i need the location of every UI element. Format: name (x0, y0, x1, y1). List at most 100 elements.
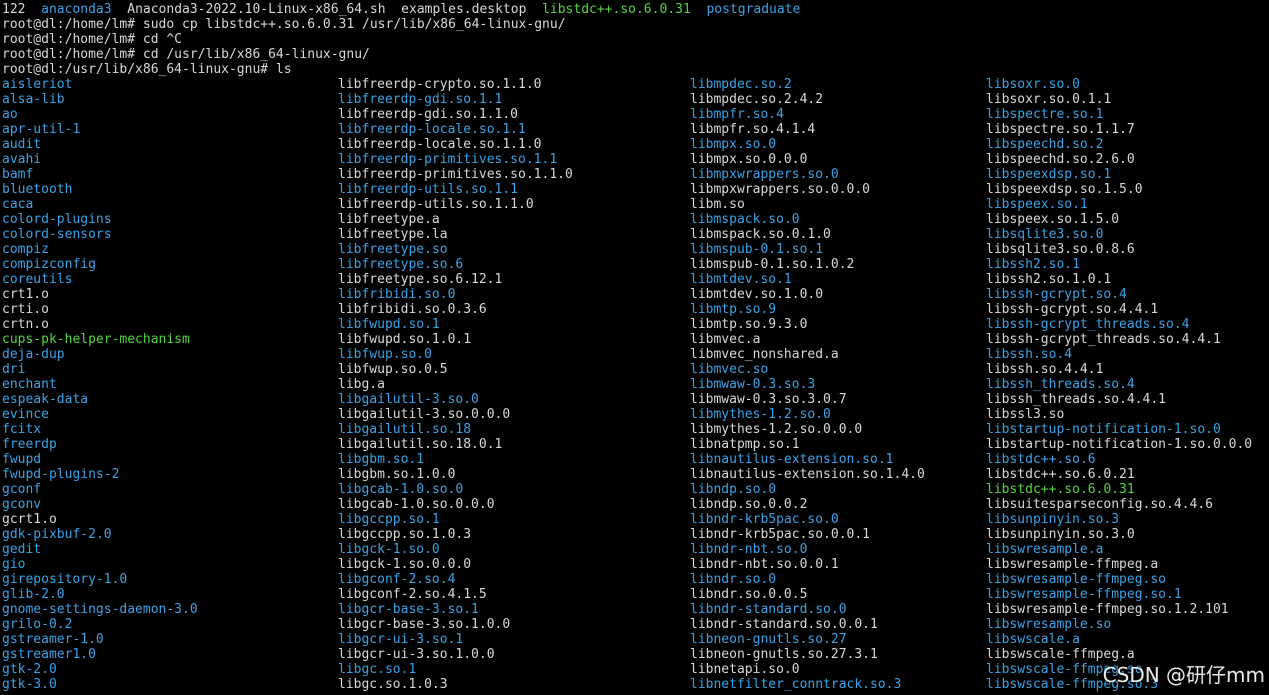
ls-entry: libfreerdp-locale.so.1.1.0 (338, 137, 542, 152)
ls-entry: libswresample.so (986, 617, 1112, 632)
ls-entry: libmpx.so.0.0.0 (690, 152, 808, 167)
ls-entry: libmvec.a (690, 332, 761, 347)
ls-entry: colord-plugins (2, 212, 112, 227)
ls-entry: libgailutil-3.so.0 (338, 392, 479, 407)
ls-entry: gio (2, 557, 26, 572)
shell-command-line: root@dl:/usr/lib/x86_64-linux-gnu# ls (2, 62, 292, 77)
ls-entry: apr-util-1 (2, 122, 81, 137)
ls-entry: grilo-0.2 (2, 617, 73, 632)
ls-entry: gcrt1.o (2, 512, 57, 527)
shell-command-line: root@dl:/home/lm# cd /usr/lib/x86_64-lin… (2, 47, 370, 62)
ls-entry: crt1.o (2, 287, 49, 302)
ls-entry: libswresample-ffmpeg.a (986, 557, 1159, 572)
ls-entry: libgccpp.so.1.0.3 (338, 527, 472, 542)
ls-entry: libmpfr.so.4 (690, 107, 784, 122)
ls-entry: libspectre.so.1 (986, 107, 1104, 122)
ls-entry: gstreamer1.0 (2, 647, 96, 662)
ls-column-2: libfreerdp-crypto.so.1.1.0 libfreerdp-gdi… (338, 77, 573, 692)
ls-entry: libgailutil.so.18.0.1 (338, 437, 503, 452)
ls-entry: libndr-krb5pac.so.0 (690, 512, 839, 527)
ls-entry: colord-sensors (2, 227, 112, 242)
ls-entry: libmpfr.so.4.1.4 (690, 122, 816, 137)
ls-entry: libfreerdp-primitives.so.1.1.0 (338, 167, 573, 182)
ls-entry: compizconfig (2, 257, 96, 272)
ls-entry: evince (2, 407, 49, 422)
ls-entry: libspectre.so.1.1.7 (986, 122, 1135, 137)
ls-entry: libssh-gcrypt_threads.so.4 (986, 317, 1190, 332)
ls-entry: libnetapi.so.0 (690, 662, 800, 677)
ls-entry: libfreetype.a (338, 212, 440, 227)
ls-entry: libndr-standard.so.0 (690, 602, 847, 617)
ls-entry: gtk-3.0 (2, 677, 57, 692)
ls-entry: libgcab-1.0.so.0 (338, 482, 464, 497)
ls-entry: libmythes-1.2.so.0 (690, 407, 831, 422)
ls-entry: libspeex.so.1.5.0 (986, 212, 1120, 227)
ls-entry: glib-2.0 (2, 587, 65, 602)
ls-entry: libmspub-0.1.so.1 (690, 242, 824, 257)
ls-entry: audit (2, 137, 42, 152)
terminal-text-segment: 122 (2, 2, 42, 17)
ls-entry: deja-dup (2, 347, 65, 362)
terminal-window[interactable]: 122 anaconda3 Anaconda3-2022.10-Linux-x8… (2, 0, 1269, 695)
ls-column-1: aisleriot alsa-lib ao apr-util-1 audit avahi b… (2, 77, 198, 692)
ls-entry: gstreamer-1.0 (2, 632, 104, 647)
ls-entry: libfreetype.so.6 (338, 257, 464, 272)
terminal-text-segment: libstdc++.so.6.0.31 (542, 2, 691, 17)
ls-entry: libmwaw-0.3.so.3.0.7 (690, 392, 847, 407)
ls-entry: libssh.so.4 (986, 347, 1073, 362)
ls-entry: libgcr-ui-3.so.1.0.0 (338, 647, 495, 662)
ls-entry: libndr-nbt.so.0 (690, 542, 808, 557)
ls-entry: libgck-1.so.0 (338, 542, 440, 557)
ls-entry: libsuitesparseconfig.so.4.4.6 (986, 497, 1213, 512)
ls-entry: libgbm.so.1.0.0 (338, 467, 456, 482)
ls-entry: libndr.so.0.0.5 (690, 587, 808, 602)
ls-entry: libspeechd.so.2.6.0 (986, 152, 1135, 167)
ls-entry: libgailutil.so.18 (338, 422, 472, 437)
ls-entry: libfreerdp-gdi.so.1.1 (338, 92, 503, 107)
csdn-watermark: CSDN @研仔mm (1102, 663, 1265, 687)
ls-entry: gconf (2, 482, 42, 497)
ls-entry: libssh_threads.so.4 (986, 377, 1135, 392)
ls-entry: libsoxr.so.0.1.1 (986, 92, 1112, 107)
ls-entry: libndp.so.0.0.2 (690, 497, 808, 512)
ls-entry: compiz (2, 242, 49, 257)
ls-entry: libspeex.so.1 (986, 197, 1088, 212)
ls-entry: bamf (2, 167, 34, 182)
ls-entry: libneon-gnutls.so.27.3.1 (690, 647, 878, 662)
ls-entry: coreutils (2, 272, 73, 287)
ls-entry: libgccpp.so.1 (338, 512, 440, 527)
ls-entry: espeak-data (2, 392, 89, 407)
ls-entry: libgck-1.so.0.0.0 (338, 557, 472, 572)
ls-entry: libswscale.a (986, 632, 1080, 647)
ls-entry: libsunpinyin.so.3.0 (986, 527, 1135, 542)
ls-entry: libstdc++.so.6.0.21 (986, 467, 1135, 482)
ls-entry: libgbm.so.1 (338, 452, 425, 467)
ls-entry: gdk-pixbuf-2.0 (2, 527, 112, 542)
ls-entry: libgcr-base-3.so.1.0.0 (338, 617, 511, 632)
ls-entry: libnatpmp.so.1 (690, 437, 800, 452)
ls-entry: libmvec_nonshared.a (690, 347, 839, 362)
ls-entry: libmpxwrappers.so.0 (690, 167, 839, 182)
ls-entry: caca (2, 197, 34, 212)
ls-column-3: libmpdec.so.2 libmpdec.so.2.4.2 libmpfr.so… (690, 77, 925, 692)
ls-entry: libmpx.so.0 (690, 137, 777, 152)
ls-entry: libmtp.so.9 (690, 302, 777, 317)
ls-entry: libfwupd.so.1.0.1 (338, 332, 472, 347)
ls-entry: libfreerdp-gdi.so.1.1.0 (338, 107, 519, 122)
ls-entry: ao (2, 107, 18, 122)
ls-entry: gtk-2.0 (2, 662, 57, 677)
ls-entry: libnautilus-extension.so.1 (690, 452, 894, 467)
ls-entry: libmpdec.so.2 (690, 77, 792, 92)
ls-entry: libssh_threads.so.4.4.1 (986, 392, 1167, 407)
ls-entry: libspeexdsp.so.1 (986, 167, 1112, 182)
ls-entry: bluetooth (2, 182, 73, 197)
ls-output: aisleriot alsa-lib ao apr-util-1 audit avahi b… (2, 77, 1269, 695)
ls-entry: libfreetype.so (338, 242, 448, 257)
ls-entry: gconv (2, 497, 42, 512)
ls-entry: libfwup.so.0.5 (338, 362, 448, 377)
ls-entry: libgconf-2.so.4 (338, 572, 456, 587)
ls-entry: libmwaw-0.3.so.3 (690, 377, 816, 392)
ls-entry: libspeechd.so.2 (986, 137, 1104, 152)
ls-entry: libndr.so.0 (690, 572, 777, 587)
